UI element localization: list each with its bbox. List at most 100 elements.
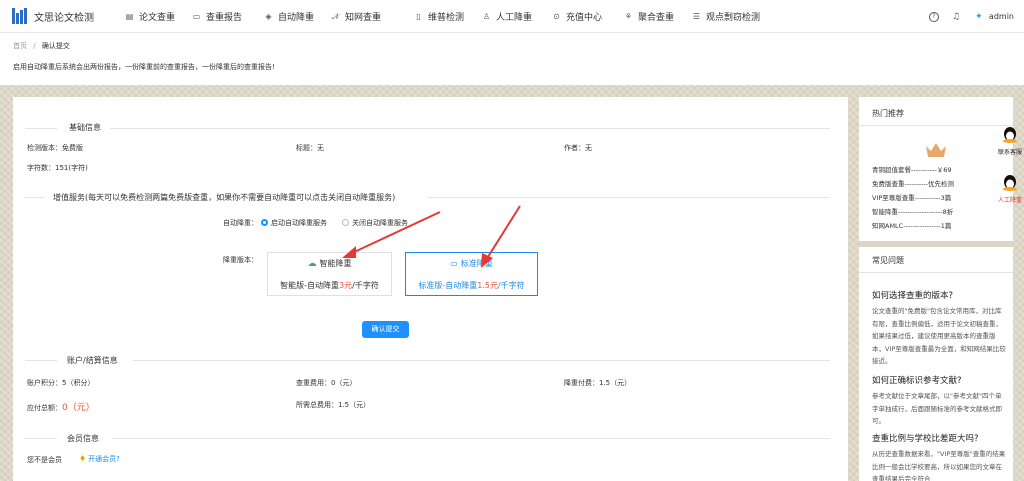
- manual-reduce-float[interactable]: 人工降重: [996, 174, 1024, 204]
- nav-item-aggregate[interactable]: ⚘ 聚合查重: [624, 0, 692, 33]
- author-value: 无: [585, 144, 592, 152]
- smart-reduce-card[interactable]: ☁ 智能降重 智能版-自动降重3元/千字符: [267, 252, 392, 296]
- version-label: 检测版本：: [27, 144, 62, 152]
- nav-item-vip[interactable]: ▯ 维普检测: [414, 0, 482, 33]
- version-value: 免费版: [62, 144, 83, 152]
- hot-item[interactable]: 智能降重-------------------8折: [872, 206, 953, 216]
- breadcrumb-separator: /: [33, 42, 36, 50]
- faq-question[interactable]: 如何选择查重的版本?: [872, 289, 953, 301]
- logo-mark-icon: [12, 8, 28, 24]
- diamond-icon: ♦: [79, 454, 87, 463]
- price-unit: /千字符: [497, 281, 525, 290]
- faq-title: 常见问题: [872, 256, 904, 265]
- auto-reduce-icon: ◈: [265, 11, 272, 21]
- bell-icon[interactable]: ♫: [951, 12, 961, 22]
- breadcrumb-home[interactable]: 首页: [13, 42, 27, 50]
- divider: [859, 272, 1013, 273]
- breadcrumb: 首页 / 确认提交: [13, 41, 70, 51]
- divider: [25, 438, 57, 439]
- nav-item-manual[interactable]: ♙ 人工降重: [482, 0, 552, 33]
- divider: [110, 128, 830, 129]
- word-count-label: 字符数：: [27, 164, 55, 172]
- reduce-fee-field: 降重付费：1.5（元）: [564, 378, 631, 388]
- nav-item-report[interactable]: ▭ 查重报告: [192, 0, 264, 33]
- report-icon: ▭: [192, 11, 201, 21]
- file-icon: ▯: [416, 11, 421, 21]
- total-label: 应付总额：: [27, 404, 62, 412]
- check-fee-value: 0（元）: [331, 379, 357, 387]
- member-heading: 会员信息: [67, 434, 99, 443]
- nav-item-label: 论文查重: [139, 12, 176, 23]
- contact-service-label: 联系客服: [997, 149, 1022, 156]
- auto-reduce-on-option[interactable]: 启动自动降重服务: [261, 218, 327, 228]
- nav-item-label: 查重报告: [206, 12, 243, 23]
- reduce-fee-label: 降重付费：: [564, 379, 599, 387]
- author-label: 作者：: [564, 144, 585, 152]
- divider: [859, 125, 1013, 126]
- points-label: 账户积分：: [27, 379, 62, 387]
- nav-item-label: 知网查重: [345, 12, 382, 23]
- open-member-label: 开通会员?: [88, 455, 120, 463]
- nav-item-plagiarism[interactable]: ☰ 观点剽窃检测: [692, 0, 782, 33]
- list-icon: ☰: [692, 11, 701, 21]
- confirm-submit-button[interactable]: 确认提交: [362, 321, 409, 338]
- title-value: 无: [317, 144, 324, 152]
- document-icon: ▤: [125, 11, 134, 21]
- standard-card-price: 标准版-自动降重1.5元/千字符: [406, 280, 537, 291]
- author-field: 作者：无: [564, 143, 592, 153]
- hot-item[interactable]: 知网AMLC----------------1篇: [872, 220, 951, 230]
- nav-item-label: 聚合查重: [638, 12, 675, 23]
- radio-checked-icon[interactable]: [261, 219, 268, 226]
- nav-item-label: 充值中心: [566, 12, 603, 23]
- auto-reduce-off-option[interactable]: 关闭自动降重服务: [342, 218, 408, 228]
- account-heading: 账户/结算信息: [67, 356, 118, 365]
- brand-logo[interactable]: 文思论文检测: [12, 8, 112, 24]
- version-field: 检测版本：免费版: [27, 143, 83, 153]
- points-value: 5（积分）: [62, 379, 95, 387]
- hot-item[interactable]: 免费版查重----------优先检测: [872, 178, 954, 188]
- radio-unchecked-icon[interactable]: [342, 219, 349, 226]
- faq-question[interactable]: 查重比例与学校比差距大吗?: [872, 432, 979, 444]
- divider: [133, 360, 830, 361]
- divider: [112, 438, 830, 439]
- nav-item-paper-check[interactable]: ▤ 论文查重: [125, 0, 192, 33]
- nav-item-label: 维普检测: [428, 12, 465, 23]
- cnki-icon: 𝒩: [331, 11, 340, 21]
- cloud-icon: ☁: [307, 259, 317, 269]
- faq-answer: 论文查重的"免费版"包含论文常用库，对比库有限，查重比例偏低，适用于论文初稿查重…: [872, 307, 1006, 365]
- points-field: 账户积分：5（积分）: [27, 378, 94, 388]
- hot-recommend-title: 热门推荐: [872, 109, 904, 118]
- nav-item-label: 观点剽窃检测: [706, 12, 761, 23]
- qq-penguin-icon: [1003, 127, 1017, 143]
- open-member-link[interactable]: ♦ 开通会员?: [79, 454, 120, 464]
- nav-item-auto-reduce[interactable]: ◈ 自动降重: [264, 0, 331, 33]
- standard-card-name: 标准降重: [460, 259, 493, 268]
- user-area: ? ♫ ✦ admin: [928, 0, 1014, 33]
- divider: [25, 197, 45, 198]
- price-value: 3元: [339, 281, 353, 290]
- price-prefix: 智能版-自动降重: [280, 281, 340, 290]
- option-label: 启动自动降重服务: [271, 219, 327, 227]
- nav-item-label: 自动降重: [278, 12, 315, 23]
- recharge-icon: ⊙: [553, 11, 560, 21]
- title-field: 标题：无: [296, 143, 324, 153]
- basic-info-heading: 基础信息: [69, 123, 101, 132]
- contact-service-float[interactable]: 联系客服: [996, 126, 1024, 156]
- member-status: 您不是会员: [27, 456, 62, 464]
- nav-item-cnki[interactable]: 𝒩 知网查重: [331, 0, 414, 33]
- faq-question[interactable]: 如何正确标识参考文献?: [872, 374, 962, 386]
- manual-reduce-label: 人工降重: [997, 197, 1022, 204]
- qq-penguin-icon: [1003, 175, 1017, 191]
- help-icon[interactable]: ?: [928, 11, 939, 22]
- faq-answer: 从历史查重数据来看，"VIP至尊版"查重的结果比例一般会比学校要高，所以如果您的…: [872, 450, 1006, 481]
- hot-item[interactable]: 青铜超值套餐-----------￥69: [872, 164, 952, 174]
- username[interactable]: admin: [989, 12, 1014, 21]
- hot-item[interactable]: VIP至尊版查重-----------3篇: [872, 192, 951, 202]
- person-icon: ♙: [482, 11, 491, 21]
- faq-answer: 参考文献位于文章尾部，以"参考文献"四个单字单独成行，后面跟随标准的参考文献格式…: [872, 392, 1002, 425]
- standard-reduce-card[interactable]: ▭ 标准降重 标准版-自动降重1.5元/千字符: [405, 252, 538, 296]
- smart-card-name: 智能降重: [319, 259, 352, 268]
- nav-item-recharge[interactable]: ⊙ 充值中心: [552, 0, 624, 33]
- standard-card-title: ▭ 标准降重: [406, 258, 537, 269]
- need-total-value: 1.5（元）: [338, 401, 371, 409]
